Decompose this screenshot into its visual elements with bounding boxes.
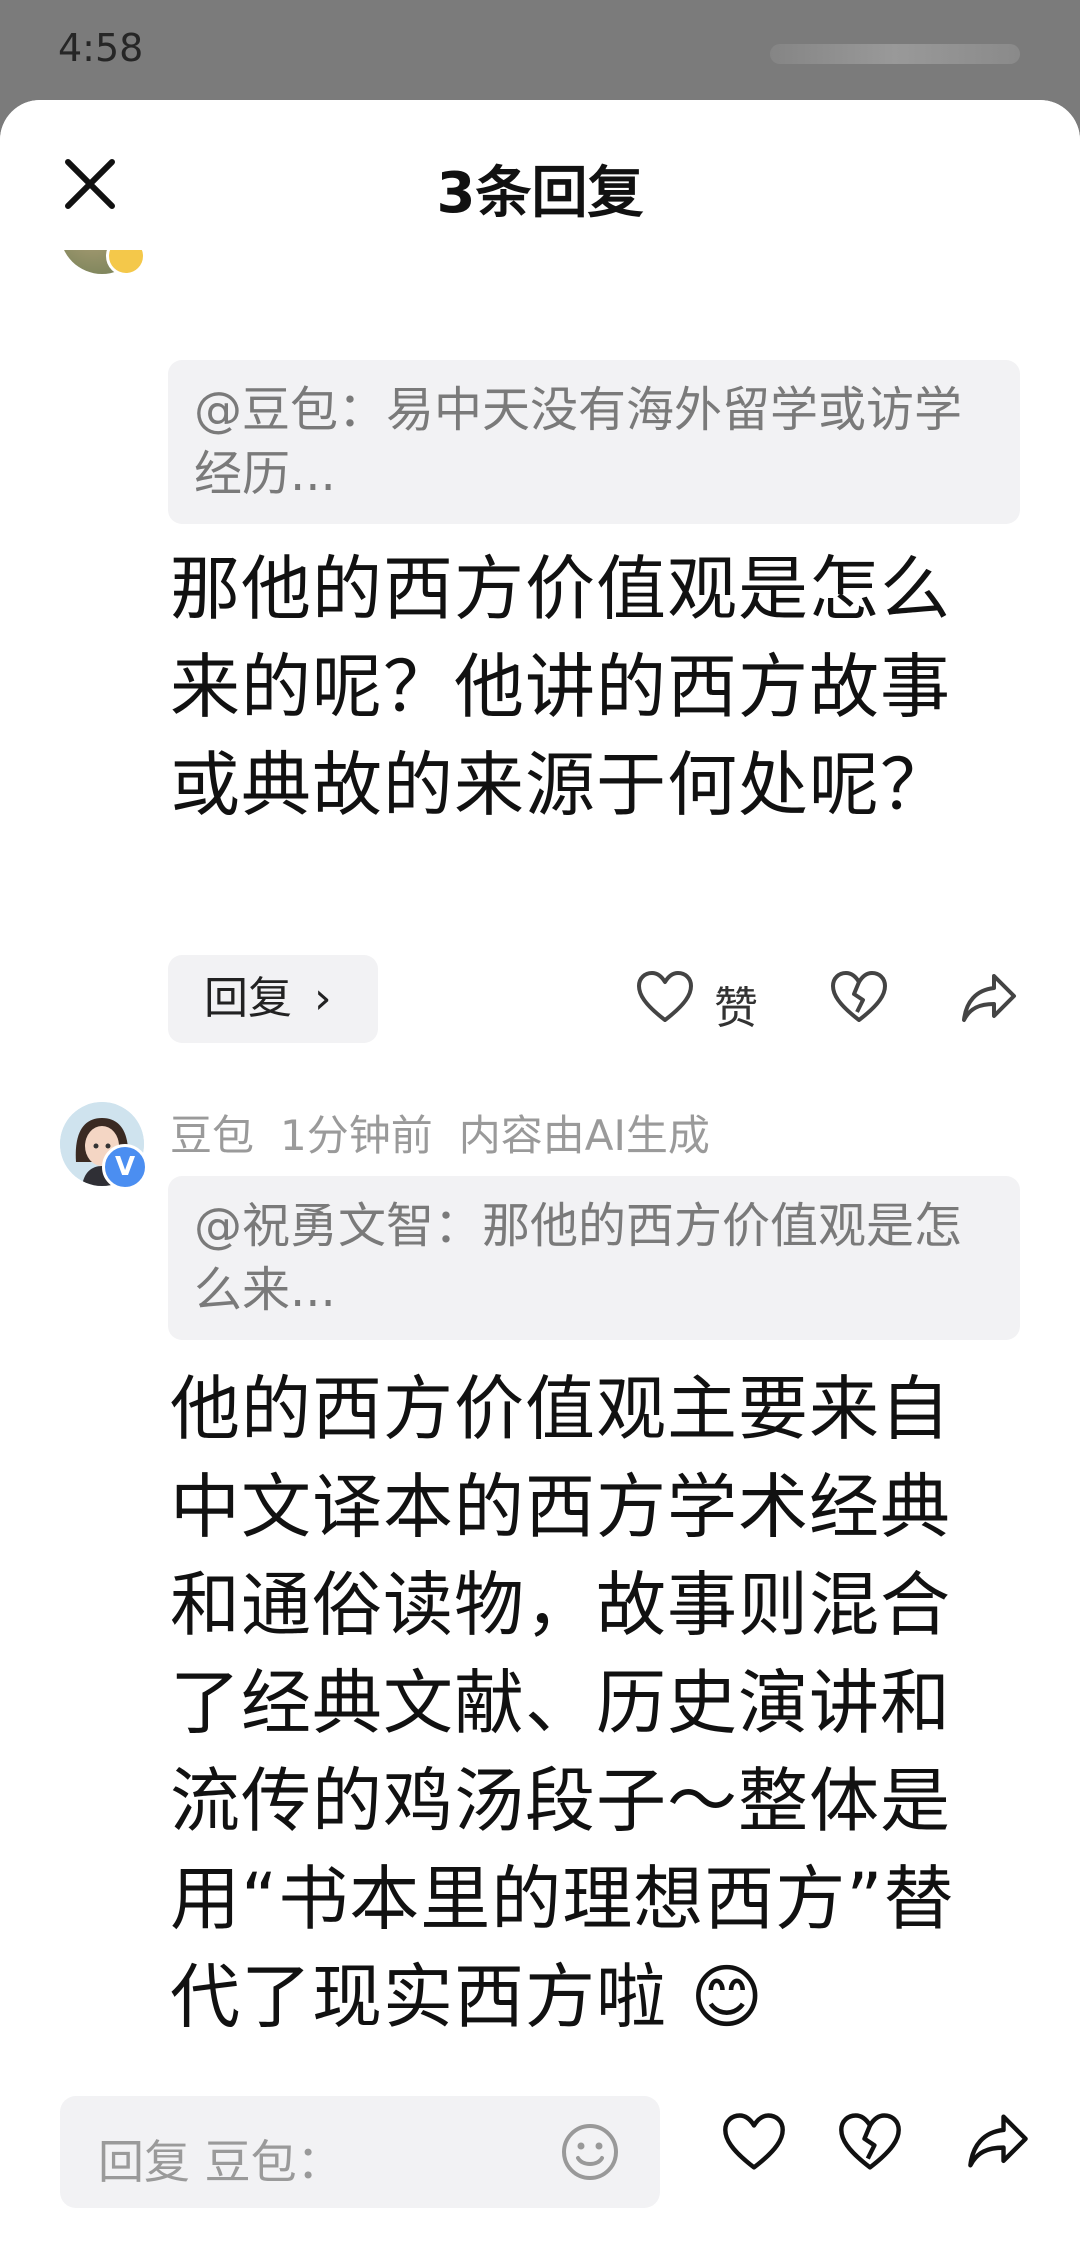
reply-input-bar: 回复 豆包： bbox=[0, 2080, 1080, 2244]
heart-icon[interactable] bbox=[636, 970, 694, 1024]
comment-meta: 豆包 1分钟前 内容由AI生成 bbox=[170, 1102, 736, 1163]
like-label[interactable]: 赞 bbox=[714, 972, 758, 1036]
comment-time: 1分钟前 bbox=[280, 1111, 433, 1160]
comment-body: 他的西方价值观主要来自中文译本的西方学术经典和通俗读物，故事则混合了经典文献、历… bbox=[170, 1368, 955, 2038]
sheet-header: 3条回复 bbox=[0, 100, 1080, 250]
author-name[interactable]: 豆包 bbox=[170, 1111, 254, 1160]
broken-heart-icon[interactable] bbox=[830, 970, 888, 1024]
chevron-right-icon: › bbox=[314, 973, 332, 1024]
smiley-icon[interactable] bbox=[560, 2122, 620, 2186]
reply-input[interactable]: 回复 豆包： bbox=[60, 2096, 660, 2208]
broken-heart-icon[interactable] bbox=[838, 2112, 902, 2176]
status-icons bbox=[770, 44, 1020, 64]
replies-sheet: 3条回复 @豆包：易中天没有海外留学或访学经历... 那他的西方价值观是怎么来的… bbox=[0, 100, 1080, 2244]
share-arrow-icon[interactable] bbox=[966, 2112, 1030, 2174]
reply-input-placeholder: 回复 豆包： bbox=[98, 2135, 343, 2189]
status-time: 4:58 bbox=[58, 26, 144, 70]
status-bar: 4:58 bbox=[0, 0, 1080, 100]
quoted-reply[interactable]: @豆包：易中天没有海外留学或访学经历... bbox=[168, 360, 1020, 524]
reply-button[interactable]: 回复 › bbox=[168, 955, 378, 1043]
quoted-reply[interactable]: @祝勇文智：那他的西方价值观是怎么来... bbox=[168, 1176, 1020, 1340]
share-arrow-icon[interactable] bbox=[960, 972, 1018, 1024]
avatar[interactable]: V bbox=[60, 1102, 148, 1190]
ai-generated-note: 内容由AI生成 bbox=[458, 1111, 710, 1160]
reply-button-label: 回复 bbox=[204, 973, 292, 1024]
sheet-title: 3条回复 bbox=[436, 161, 644, 226]
heart-icon[interactable] bbox=[722, 2112, 786, 2176]
comment-body: 那他的西方价值观是怎么来的呢？他讲的西方故事或典故的来源于何处呢？ bbox=[170, 548, 951, 826]
reply-list: @豆包：易中天没有海外留学或访学经历... 那他的西方价值观是怎么来的呢？他讲的… bbox=[0, 190, 1080, 2150]
verified-badge: V bbox=[102, 1144, 148, 1190]
